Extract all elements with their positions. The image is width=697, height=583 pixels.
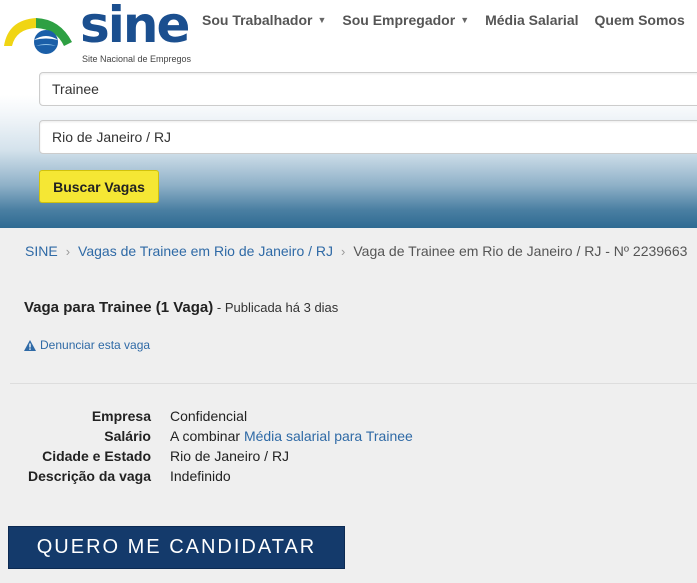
nav-sou-trabalhador[interactable]: Sou Trabalhador ▼ bbox=[202, 12, 326, 28]
job-title: Vaga para Trainee (1 Vaga) bbox=[24, 299, 214, 316]
detail-label: Descrição da vaga bbox=[28, 468, 151, 484]
salary-text: A combinar bbox=[170, 428, 244, 444]
detail-row-salary: Salário A combinar Média salarial para T… bbox=[20, 426, 413, 446]
nav-label: Quem Somos bbox=[594, 12, 685, 28]
divider bbox=[10, 383, 697, 384]
nav-quem-somos[interactable]: Quem Somos bbox=[595, 12, 685, 28]
breadcrumb-home[interactable]: SINE bbox=[25, 243, 58, 259]
breadcrumb: SINE › Vagas de Trainee em Rio de Janeir… bbox=[25, 243, 687, 259]
detail-row-city: Cidade e Estado Rio de Janeiro / RJ bbox=[20, 446, 413, 466]
nav-media-salarial[interactable]: Média Salarial bbox=[485, 12, 578, 28]
main-nav: Sou Trabalhador ▼ Sou Empregador ▼ Média… bbox=[202, 12, 697, 28]
breadcrumb-category[interactable]: Vagas de Trainee em Rio de Janeiro / RJ bbox=[78, 243, 333, 259]
salary-value: A combinar Média salarial para Trainee bbox=[170, 428, 413, 444]
nav-label: Média Salarial bbox=[485, 12, 579, 28]
warning-triangle-icon bbox=[24, 339, 36, 351]
job-heading: Vaga para Trainee (1 Vaga) - Publicada h… bbox=[24, 299, 338, 316]
job-details: Empresa Confidencial Salário A combinar … bbox=[20, 406, 413, 486]
sine-globe-icon bbox=[4, 18, 72, 54]
detail-row-description: Descrição da vaga Indefinido bbox=[20, 466, 413, 486]
detail-row-company: Empresa Confidencial bbox=[20, 406, 413, 426]
search-button[interactable]: Buscar Vagas bbox=[39, 170, 159, 203]
detail-value: Confidencial bbox=[170, 408, 248, 424]
location-input[interactable] bbox=[39, 120, 697, 154]
logo-text: sine bbox=[80, 0, 190, 54]
apply-button[interactable]: QUERO ME CANDIDATAR bbox=[8, 526, 345, 569]
nav-label: Sou Empregador bbox=[342, 12, 456, 28]
chevron-right-icon: › bbox=[341, 243, 346, 259]
nav-sou-empregador[interactable]: Sou Empregador ▼ bbox=[342, 12, 469, 28]
chevron-right-icon: › bbox=[65, 243, 71, 259]
detail-label: Salário bbox=[104, 428, 151, 444]
detail-label: Cidade e Estado bbox=[42, 448, 151, 464]
breadcrumb-current: Vaga de Trainee em Rio de Janeiro / RJ -… bbox=[353, 243, 688, 259]
report-job-link[interactable]: Denunciar esta vaga bbox=[24, 338, 150, 352]
report-label: Denunciar esta vaga bbox=[40, 338, 151, 352]
sine-logo[interactable]: sine Site Nacional de Empregos bbox=[2, 0, 192, 64]
caret-down-icon: ▼ bbox=[317, 15, 327, 25]
salary-average-link[interactable]: Média salarial para Trainee bbox=[244, 428, 413, 444]
detail-value: Indefinido bbox=[170, 468, 231, 484]
nav-label: Sou Trabalhador bbox=[202, 12, 313, 28]
logo-subtitle: Site Nacional de Empregos bbox=[82, 54, 192, 64]
detail-label: Empresa bbox=[91, 408, 151, 424]
header: sine Site Nacional de Empregos Sou Traba… bbox=[0, 0, 697, 228]
caret-down-icon: ▼ bbox=[460, 15, 470, 25]
published-date: - Publicada há 3 dias bbox=[213, 300, 339, 315]
detail-value: Rio de Janeiro / RJ bbox=[170, 448, 290, 464]
job-search-input[interactable] bbox=[39, 72, 697, 106]
